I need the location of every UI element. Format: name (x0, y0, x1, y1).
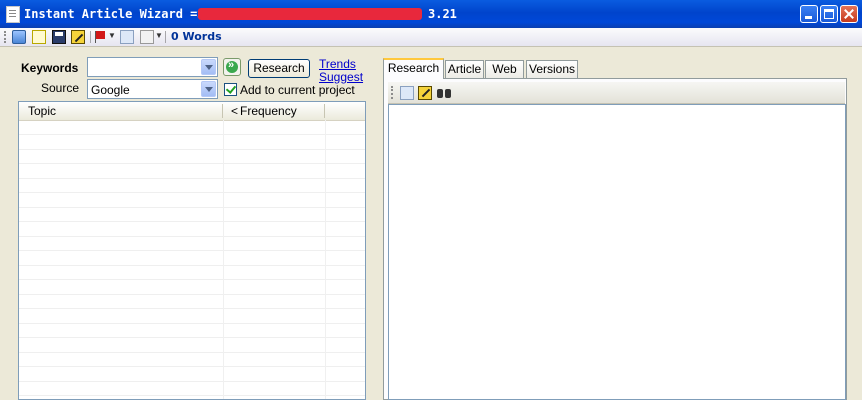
close-button[interactable] (840, 5, 858, 23)
chevron-down-icon[interactable] (201, 59, 216, 75)
source-value: Google (91, 83, 130, 97)
tab-web[interactable]: Web (485, 60, 524, 78)
suggest-link[interactable]: Suggest (319, 70, 363, 84)
toolbar-separator (90, 31, 91, 43)
word-count: 0 Words (171, 30, 222, 43)
minimize-button[interactable] (800, 5, 818, 23)
chevron-down-icon[interactable]: ▼ (108, 31, 116, 40)
window-title: Instant Article Wizard => (24, 7, 205, 21)
document-icon[interactable] (140, 30, 154, 44)
folder-open-icon[interactable] (12, 30, 26, 44)
source-select[interactable]: Google (87, 79, 218, 99)
new-document-icon[interactable] (32, 30, 46, 44)
table-row[interactable] (19, 280, 365, 295)
go-button[interactable] (223, 58, 241, 76)
table-row[interactable] (19, 294, 365, 309)
pages-icon[interactable] (120, 30, 134, 44)
binoculars-icon[interactable] (437, 86, 452, 100)
tab-versions[interactable]: Versions (526, 60, 578, 78)
window-title-version: 3.21 (428, 7, 457, 21)
keywords-combobox[interactable] (87, 57, 218, 77)
toolbar-grip[interactable] (391, 86, 394, 99)
source-label: Source (41, 81, 80, 95)
save-icon[interactable] (52, 30, 66, 44)
column-divider[interactable] (324, 104, 325, 118)
research-content[interactable] (388, 104, 846, 400)
table-row[interactable] (19, 265, 365, 280)
main-toolbar: ▼ ▼ (0, 28, 862, 47)
table-row[interactable] (19, 135, 365, 150)
edit-icon[interactable] (71, 30, 85, 44)
table-row[interactable] (19, 381, 365, 396)
table-row[interactable] (19, 149, 365, 164)
grid-line (223, 120, 224, 399)
grid-line (325, 120, 326, 399)
redacted-title-segment (198, 8, 422, 20)
table-row[interactable] (19, 309, 365, 324)
table-row[interactable] (19, 338, 365, 353)
column-header-frequency[interactable]: Frequency (240, 104, 297, 118)
sort-indicator-icon[interactable]: < (231, 104, 238, 118)
table-row[interactable] (19, 352, 365, 367)
table-row[interactable] (19, 207, 365, 222)
keywords-label: Keywords (21, 61, 79, 75)
edit-icon[interactable] (418, 86, 432, 100)
table-row[interactable] (19, 251, 365, 266)
table-row[interactable] (19, 178, 365, 193)
toolbar-grip[interactable] (4, 31, 8, 43)
copy-icon[interactable] (400, 86, 414, 100)
research-toolbar (388, 82, 845, 104)
table-row[interactable] (19, 222, 365, 237)
flag-icon[interactable] (95, 31, 105, 43)
topic-list[interactable]: Topic < Frequency (18, 101, 366, 400)
column-header-topic[interactable]: Topic (28, 104, 56, 118)
chevron-down-icon[interactable]: ▼ (155, 31, 163, 40)
add-to-project-checkbox[interactable] (224, 83, 237, 96)
add-to-project-label[interactable]: Add to current project (240, 83, 355, 97)
research-button[interactable]: Research (248, 59, 310, 78)
toolbar-separator (165, 31, 166, 43)
table-row[interactable] (19, 193, 365, 208)
table-row[interactable] (19, 396, 365, 400)
table-row[interactable] (19, 120, 365, 135)
list-header: Topic < Frequency (19, 102, 365, 121)
title-bar[interactable]: Instant Article Wizard => 3.21 (0, 0, 862, 28)
trends-link[interactable]: Trends (319, 57, 356, 71)
app-icon (6, 6, 20, 23)
table-row[interactable] (19, 367, 365, 382)
tab-research[interactable]: Research (383, 58, 444, 79)
tab-article[interactable]: Article (445, 60, 484, 78)
table-row[interactable] (19, 164, 365, 179)
chevron-down-icon[interactable] (201, 81, 216, 97)
column-divider[interactable] (222, 104, 223, 118)
maximize-button[interactable] (820, 5, 838, 23)
table-row[interactable] (19, 323, 365, 338)
table-row[interactable] (19, 236, 365, 251)
